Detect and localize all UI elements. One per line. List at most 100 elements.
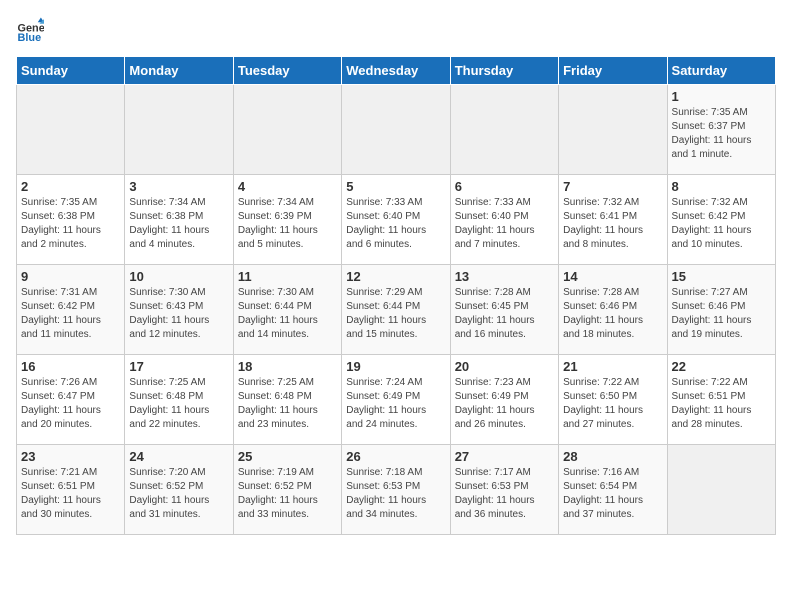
calendar-table: SundayMondayTuesdayWednesdayThursdayFrid…: [16, 56, 776, 535]
calendar-cell: [342, 85, 450, 175]
day-info: Sunrise: 7:16 AM Sunset: 6:54 PM Dayligh…: [563, 466, 662, 522]
day-info: Sunrise: 7:35 AM Sunset: 6:37 PM Dayligh…: [672, 106, 771, 162]
day-info: Sunrise: 7:26 AM Sunset: 6:47 PM Dayligh…: [21, 376, 120, 432]
day-info: Sunrise: 7:30 AM Sunset: 6:43 PM Dayligh…: [129, 286, 228, 342]
day-number: 21: [563, 359, 662, 374]
calendar-cell: [17, 85, 125, 175]
day-number: 2: [21, 179, 120, 194]
day-info: Sunrise: 7:22 AM Sunset: 6:50 PM Dayligh…: [563, 376, 662, 432]
calendar-cell: 2 Sunrise: 7:35 AM Sunset: 6:38 PM Daylig…: [17, 175, 125, 265]
day-number: 13: [455, 269, 554, 284]
day-number: 15: [672, 269, 771, 284]
weekday-header: Friday: [559, 57, 667, 85]
calendar-cell: 1Sunrise: 7:35 AM Sunset: 6:37 PM Daylig…: [667, 85, 775, 175]
day-number: 10: [129, 269, 228, 284]
calendar-week-row: 9 Sunrise: 7:31 AM Sunset: 6:42 PM Daylig…: [17, 265, 776, 355]
day-info: Sunrise: 7:23 AM Sunset: 6:49 PM Dayligh…: [455, 376, 554, 432]
day-info: Sunrise: 7:20 AM Sunset: 6:52 PM Dayligh…: [129, 466, 228, 522]
day-number: 19: [346, 359, 445, 374]
calendar-cell: 9 Sunrise: 7:31 AM Sunset: 6:42 PM Daylig…: [17, 265, 125, 355]
day-info: Sunrise: 7:32 AM Sunset: 6:42 PM Dayligh…: [672, 196, 771, 252]
day-number: 23: [21, 449, 120, 464]
calendar-body: 1Sunrise: 7:35 AM Sunset: 6:37 PM Daylig…: [17, 85, 776, 535]
weekday-header-row: SundayMondayTuesdayWednesdayThursdayFrid…: [17, 57, 776, 85]
calendar-cell: 16 Sunrise: 7:26 AM Sunset: 6:47 PM Dayli…: [17, 355, 125, 445]
day-number: 28: [563, 449, 662, 464]
calendar-cell: 4 Sunrise: 7:34 AM Sunset: 6:39 PM Daylig…: [233, 175, 341, 265]
calendar-cell: [450, 85, 558, 175]
day-info: Sunrise: 7:34 AM Sunset: 6:39 PM Dayligh…: [238, 196, 337, 252]
calendar-cell: 25 Sunrise: 7:19 AM Sunset: 6:52 PM Dayli…: [233, 445, 341, 535]
calendar-cell: 28 Sunrise: 7:16 AM Sunset: 6:54 PM Dayli…: [559, 445, 667, 535]
day-number: 8: [672, 179, 771, 194]
day-number: 14: [563, 269, 662, 284]
calendar-cell: [559, 85, 667, 175]
calendar-cell: 12 Sunrise: 7:29 AM Sunset: 6:44 PM Dayli…: [342, 265, 450, 355]
day-number: 22: [672, 359, 771, 374]
day-info: Sunrise: 7:35 AM Sunset: 6:38 PM Dayligh…: [21, 196, 120, 252]
day-info: Sunrise: 7:29 AM Sunset: 6:44 PM Dayligh…: [346, 286, 445, 342]
day-info: Sunrise: 7:33 AM Sunset: 6:40 PM Dayligh…: [455, 196, 554, 252]
weekday-header: Monday: [125, 57, 233, 85]
calendar-cell: 15 Sunrise: 7:27 AM Sunset: 6:46 PM Dayli…: [667, 265, 775, 355]
weekday-header: Tuesday: [233, 57, 341, 85]
day-number: 4: [238, 179, 337, 194]
day-info: Sunrise: 7:24 AM Sunset: 6:49 PM Dayligh…: [346, 376, 445, 432]
calendar-cell: 6 Sunrise: 7:33 AM Sunset: 6:40 PM Daylig…: [450, 175, 558, 265]
logo-icon: General Blue: [16, 16, 44, 44]
calendar-cell: 13Sunrise: 7:28 AM Sunset: 6:45 PM Dayli…: [450, 265, 558, 355]
day-number: 24: [129, 449, 228, 464]
calendar-cell: 14 Sunrise: 7:28 AM Sunset: 6:46 PM Dayli…: [559, 265, 667, 355]
day-number: 5: [346, 179, 445, 194]
calendar-header: SundayMondayTuesdayWednesdayThursdayFrid…: [17, 57, 776, 85]
calendar-cell: 11 Sunrise: 7:30 AM Sunset: 6:44 PM Dayli…: [233, 265, 341, 355]
day-number: 18: [238, 359, 337, 374]
calendar-cell: 20 Sunrise: 7:23 AM Sunset: 6:49 PM Dayli…: [450, 355, 558, 445]
calendar-cell: 18 Sunrise: 7:25 AM Sunset: 6:48 PM Dayli…: [233, 355, 341, 445]
day-info: Sunrise: 7:27 AM Sunset: 6:46 PM Dayligh…: [672, 286, 771, 342]
day-number: 3: [129, 179, 228, 194]
day-info: Sunrise: 7:22 AM Sunset: 6:51 PM Dayligh…: [672, 376, 771, 432]
day-number: 26: [346, 449, 445, 464]
calendar-week-row: 23 Sunrise: 7:21 AM Sunset: 6:51 PM Dayli…: [17, 445, 776, 535]
calendar-cell: 26 Sunrise: 7:18 AM Sunset: 6:53 PM Dayli…: [342, 445, 450, 535]
day-number: 17: [129, 359, 228, 374]
day-info: Sunrise: 7:18 AM Sunset: 6:53 PM Dayligh…: [346, 466, 445, 522]
day-info: Sunrise: 7:21 AM Sunset: 6:51 PM Dayligh…: [21, 466, 120, 522]
calendar-cell: 22 Sunrise: 7:22 AM Sunset: 6:51 PM Dayli…: [667, 355, 775, 445]
day-number: 7: [563, 179, 662, 194]
svg-text:Blue: Blue: [18, 32, 42, 44]
day-info: Sunrise: 7:28 AM Sunset: 6:46 PM Dayligh…: [563, 286, 662, 342]
day-info: Sunrise: 7:30 AM Sunset: 6:44 PM Dayligh…: [238, 286, 337, 342]
weekday-header: Sunday: [17, 57, 125, 85]
calendar-cell: 10 Sunrise: 7:30 AM Sunset: 6:43 PM Dayli…: [125, 265, 233, 355]
day-number: 12: [346, 269, 445, 284]
weekday-header: Wednesday: [342, 57, 450, 85]
day-number: 25: [238, 449, 337, 464]
day-info: Sunrise: 7:25 AM Sunset: 6:48 PM Dayligh…: [129, 376, 228, 432]
day-number: 16: [21, 359, 120, 374]
day-number: 11: [238, 269, 337, 284]
calendar-cell: [233, 85, 341, 175]
day-number: 27: [455, 449, 554, 464]
day-number: 9: [21, 269, 120, 284]
calendar-cell: [125, 85, 233, 175]
day-info: Sunrise: 7:32 AM Sunset: 6:41 PM Dayligh…: [563, 196, 662, 252]
day-info: Sunrise: 7:19 AM Sunset: 6:52 PM Dayligh…: [238, 466, 337, 522]
calendar-cell: 5Sunrise: 7:33 AM Sunset: 6:40 PM Daylig…: [342, 175, 450, 265]
calendar-week-row: 1Sunrise: 7:35 AM Sunset: 6:37 PM Daylig…: [17, 85, 776, 175]
calendar-cell: 27Sunrise: 7:17 AM Sunset: 6:53 PM Dayli…: [450, 445, 558, 535]
day-info: Sunrise: 7:25 AM Sunset: 6:48 PM Dayligh…: [238, 376, 337, 432]
day-number: 6: [455, 179, 554, 194]
day-info: Sunrise: 7:31 AM Sunset: 6:42 PM Dayligh…: [21, 286, 120, 342]
calendar-week-row: 2 Sunrise: 7:35 AM Sunset: 6:38 PM Daylig…: [17, 175, 776, 265]
calendar-cell: 21 Sunrise: 7:22 AM Sunset: 6:50 PM Dayli…: [559, 355, 667, 445]
calendar-cell: 24 Sunrise: 7:20 AM Sunset: 6:52 PM Dayli…: [125, 445, 233, 535]
calendar-cell: 7 Sunrise: 7:32 AM Sunset: 6:41 PM Daylig…: [559, 175, 667, 265]
calendar-cell: 8 Sunrise: 7:32 AM Sunset: 6:42 PM Daylig…: [667, 175, 775, 265]
calendar-cell: 17 Sunrise: 7:25 AM Sunset: 6:48 PM Dayli…: [125, 355, 233, 445]
day-info: Sunrise: 7:34 AM Sunset: 6:38 PM Dayligh…: [129, 196, 228, 252]
calendar-week-row: 16 Sunrise: 7:26 AM Sunset: 6:47 PM Dayli…: [17, 355, 776, 445]
calendar-cell: 19 Sunrise: 7:24 AM Sunset: 6:49 PM Dayli…: [342, 355, 450, 445]
day-number: 20: [455, 359, 554, 374]
